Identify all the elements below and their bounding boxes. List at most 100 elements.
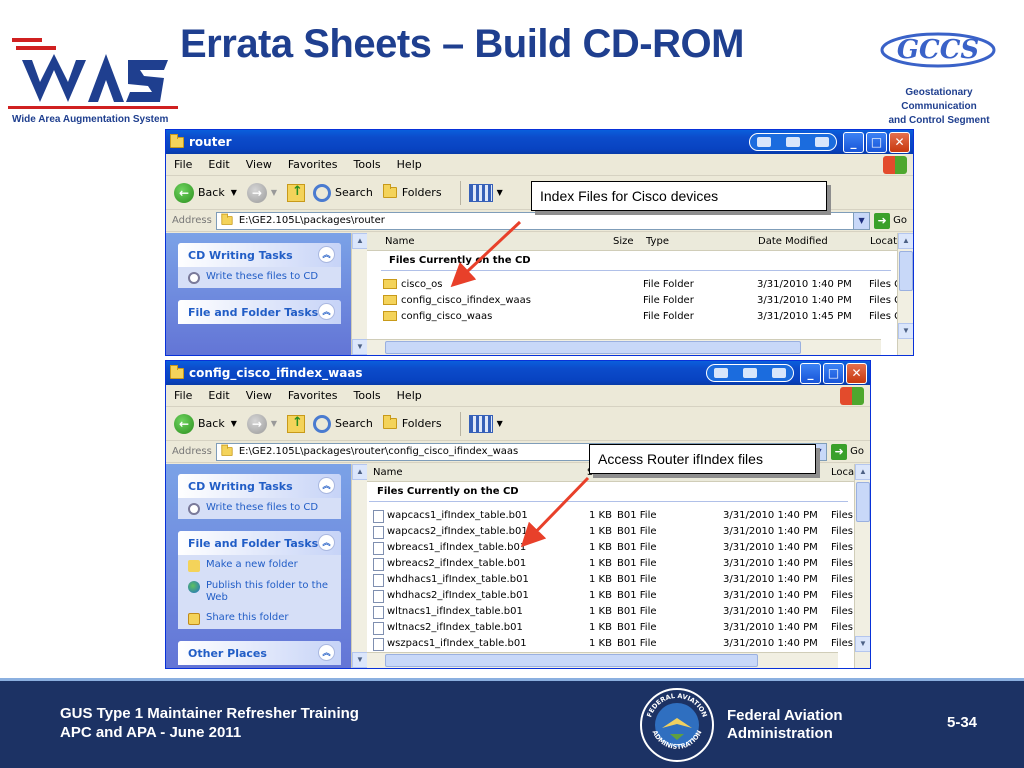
maximize-button[interactable]: □ — [866, 131, 887, 153]
course-info: GUS Type 1 Maintainer Refresher Training… — [60, 704, 359, 742]
other-places-header[interactable]: Other Places ︽ — [178, 641, 341, 665]
file-size: 1 KB — [589, 590, 612, 601]
write-files-to-cd-link[interactable]: Write these files to CD — [178, 498, 341, 519]
collapse-chevron-icon[interactable]: ︽ — [318, 246, 335, 263]
file-row[interactable]: wbreacs2_ifIndex_table.b01 1 KB B01 File 3/… — [367, 556, 854, 572]
menu-favorites[interactable]: Favorites — [280, 158, 346, 171]
menu-help[interactable]: Help — [389, 158, 430, 171]
scroll-down-icon[interactable]: ▼ — [898, 323, 913, 339]
column-name[interactable]: Name — [385, 236, 415, 247]
menu-edit[interactable]: Edit — [200, 389, 237, 402]
scroll-up-icon[interactable]: ▲ — [352, 464, 368, 480]
cd-writing-tasks-header[interactable]: CD Writing Tasks ︽ — [178, 474, 341, 498]
go-button[interactable]: ➜ Go — [874, 212, 907, 229]
file-row[interactable]: wltnacs1_ifIndex_table.b01 1 KB B01 File 3/… — [367, 604, 854, 620]
scroll-up-icon[interactable]: ▲ — [898, 233, 913, 249]
collapse-chevron-icon[interactable]: ︽ — [318, 534, 335, 551]
scroll-down-icon[interactable]: ▼ — [855, 636, 870, 652]
publish-folder-link[interactable]: Publish this folder to the Web — [178, 576, 341, 608]
menu-view[interactable]: View — [238, 389, 280, 402]
file-row[interactable]: cisco_os File Folder 3/31/2010 1:40 PM File… — [367, 277, 897, 293]
menu-bar: File Edit View Favorites Tools Help — [166, 385, 870, 407]
column-type[interactable]: Type — [646, 236, 669, 247]
file-row[interactable]: wapcacs1_ifIndex_table.b01 1 KB B01 File 3/… — [367, 508, 854, 524]
file-row[interactable]: wltnacs2_ifIndex_table.b01 1 KB B01 File 3/… — [367, 620, 854, 636]
cd-icon — [188, 503, 200, 515]
folders-button[interactable]: Folders — [382, 415, 442, 430]
task-label: Write these files to CD — [206, 271, 319, 282]
horizontal-scrollbar[interactable] — [367, 339, 881, 355]
column-location[interactable]: Location — [870, 236, 897, 247]
scroll-down-icon[interactable]: ▼ — [352, 339, 368, 355]
menu-tools[interactable]: Tools — [346, 389, 389, 402]
window-titlebar[interactable]: router _ □ ✕ — [166, 130, 913, 154]
window-titlebar[interactable]: config_cisco_ifindex_waas _ □ ✕ — [166, 361, 870, 385]
collapse-chevron-icon[interactable]: ︽ — [318, 644, 335, 661]
nvidia-tray-control[interactable] — [706, 364, 794, 382]
file-folder-tasks-header[interactable]: File and Folder Tasks ︽ — [178, 531, 341, 555]
maximize-button[interactable]: □ — [823, 362, 844, 384]
go-button[interactable]: ➜ Go — [831, 443, 864, 460]
file-size: 1 KB — [589, 526, 612, 537]
address-input[interactable]: E:\GE2.105L\packages\router ▼ — [215, 211, 871, 230]
views-button[interactable]: ▼ — [468, 414, 503, 433]
menu-favorites[interactable]: Favorites — [280, 389, 346, 402]
menu-bar: File Edit View Favorites Tools Help — [166, 154, 913, 176]
go-arrow-icon: ➜ — [831, 443, 848, 460]
close-button[interactable]: ✕ — [846, 362, 867, 384]
address-dropdown-icon[interactable]: ▼ — [853, 212, 870, 229]
menu-view[interactable]: View — [238, 158, 280, 171]
task-pane-scrollbar[interactable]: ▲ ▼ — [351, 464, 368, 668]
file-folder-tasks-header[interactable]: File and Folder Tasks ︽ — [178, 300, 341, 324]
column-name[interactable]: Name — [373, 467, 403, 478]
menu-file[interactable]: File — [166, 158, 200, 171]
collapse-chevron-icon[interactable]: ︽ — [318, 303, 335, 320]
file-list-scrollbar[interactable]: ▲ ▼ — [854, 464, 870, 668]
file-icon — [373, 638, 384, 651]
share-folder-link[interactable]: Share this folder — [178, 608, 341, 629]
menu-file[interactable]: File — [166, 389, 200, 402]
task-pane-scrollbar[interactable]: ▲ ▼ — [351, 233, 368, 355]
scroll-up-icon[interactable]: ▲ — [855, 464, 870, 480]
scroll-down-icon[interactable]: ▼ — [352, 652, 368, 668]
folders-button[interactable]: Folders — [382, 184, 442, 199]
search-button[interactable]: Search — [313, 414, 373, 433]
scroll-thumb[interactable] — [856, 482, 870, 522]
write-files-to-cd-link[interactable]: Write these files to CD — [178, 267, 341, 288]
menu-tools[interactable]: Tools — [346, 158, 389, 171]
file-type: B01 File — [617, 606, 657, 617]
make-new-folder-link[interactable]: Make a new folder — [178, 555, 341, 576]
close-button[interactable]: ✕ — [889, 131, 910, 153]
scroll-thumb[interactable] — [899, 251, 913, 291]
file-list-scrollbar[interactable]: ▲ ▼ — [897, 233, 913, 355]
file-size: 1 KB — [589, 542, 612, 553]
forward-button[interactable]: → ▼ — [246, 182, 277, 203]
views-button[interactable]: ▼ — [468, 183, 503, 202]
file-row[interactable]: config_cisco_waas File Folder 3/31/2010 1:… — [367, 309, 897, 325]
file-row[interactable]: whdhacs1_ifIndex_table.b01 1 KB B01 File 3/… — [367, 572, 854, 588]
file-row[interactable]: config_cisco_ifindex_waas File Folder 3/31… — [367, 293, 897, 309]
column-date-modified[interactable]: Date Modified — [758, 236, 828, 247]
file-row[interactable]: wapcacs2_ifIndex_table.b01 1 KB B01 File 3/… — [367, 524, 854, 540]
up-folder-icon[interactable] — [287, 183, 306, 202]
collapse-chevron-icon[interactable]: ︽ — [318, 477, 335, 494]
column-location[interactable]: Location — [831, 467, 854, 478]
search-button[interactable]: Search — [313, 183, 373, 202]
file-row[interactable]: wszpacs1_ifIndex_table.b01 1 KB B01 File 3/… — [367, 636, 854, 652]
scroll-up-icon[interactable]: ▲ — [352, 233, 368, 249]
file-row[interactable]: whdhacs2_ifIndex_table.b01 1 KB B01 File 3/… — [367, 588, 854, 604]
back-button[interactable]: ← Back ▼ — [174, 413, 237, 434]
nvidia-tray-control[interactable] — [749, 133, 837, 151]
cd-writing-tasks-header[interactable]: CD Writing Tasks ︽ — [178, 243, 341, 267]
minimize-button[interactable]: _ — [843, 131, 864, 153]
folders-label: Folders — [401, 417, 442, 430]
menu-help[interactable]: Help — [389, 389, 430, 402]
minimize-button[interactable]: _ — [800, 362, 821, 384]
horizontal-scrollbar[interactable] — [367, 652, 838, 668]
forward-button[interactable]: → ▼ — [246, 413, 277, 434]
back-button[interactable]: ← Back ▼ — [174, 182, 237, 203]
up-folder-icon[interactable] — [287, 414, 306, 433]
menu-edit[interactable]: Edit — [200, 158, 237, 171]
file-row[interactable]: wbreacs1_ifIndex_table.b01 1 KB B01 File 3/… — [367, 540, 854, 556]
column-size[interactable]: Size — [613, 236, 634, 247]
